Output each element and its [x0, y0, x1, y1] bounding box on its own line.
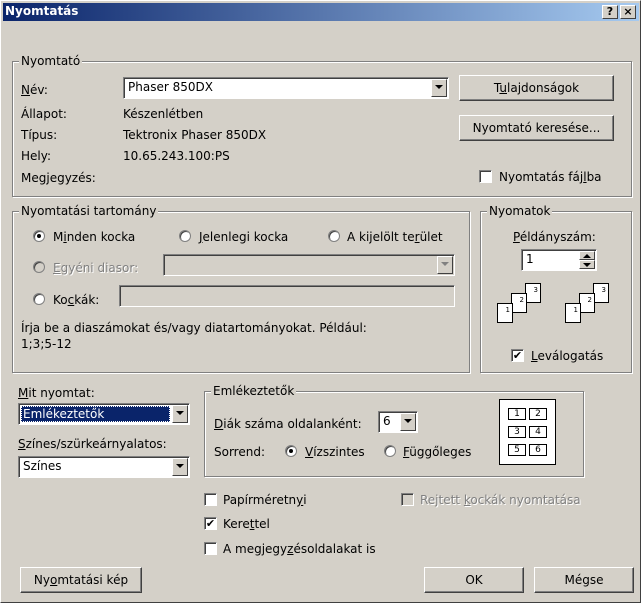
printer-name-label: Név:	[21, 83, 48, 97]
copies-count-label: Példányszám:	[513, 230, 596, 244]
chevron-down-icon[interactable]	[437, 256, 453, 274]
range-selection-label: A kijelölt terület	[347, 230, 443, 244]
page-number: 3	[601, 286, 606, 294]
print-to-file-checkbox[interactable]	[479, 170, 492, 183]
collate-stack-icon: 3 2 1	[565, 283, 625, 333]
frame-checkbox[interactable]: ✔	[204, 517, 217, 530]
order-horizontal-radio[interactable]	[285, 445, 297, 457]
handout-slide-2: 2	[529, 408, 547, 420]
color-select[interactable]: Színes	[18, 456, 190, 478]
range-slides-radio[interactable]	[33, 293, 45, 305]
range-custom-radio[interactable]	[33, 261, 45, 273]
page-number: 2	[519, 296, 524, 304]
spin-up-button[interactable]	[579, 251, 595, 260]
range-slides-label: Kockák:	[53, 293, 100, 307]
handout-slide-1: 1	[508, 408, 526, 420]
chevron-down-icon[interactable]	[431, 79, 447, 97]
window-title: Nyomtatás	[5, 4, 79, 18]
print-preview-button[interactable]: Nyomtatási kép	[20, 567, 142, 593]
scale-to-fit-label: Papírméretnyi	[223, 493, 307, 507]
collate-checkbox[interactable]: ✔	[511, 349, 524, 362]
where-value: 10.65.243.100:PS	[123, 149, 230, 163]
include-comments-checkbox[interactable]	[204, 542, 217, 555]
type-label: Típus:	[21, 128, 58, 142]
range-hint-example: 1;3;5-12	[21, 337, 72, 351]
printer-group-label: Nyomtató	[19, 54, 83, 68]
handout-slide-5: 5	[508, 444, 526, 456]
page-number: 1	[573, 306, 578, 314]
comment-label: Megjegyzés:	[21, 171, 96, 185]
printer-name-value: Phaser 850DX	[128, 80, 213, 94]
print-hidden-label: Rejtett kockák nyomtatása	[420, 493, 581, 507]
print-to-file-label: Nyomtatás fájlba	[499, 170, 602, 184]
slides-input[interactable]	[119, 285, 455, 307]
per-page-select[interactable]: 6	[378, 411, 418, 433]
range-selection-radio[interactable]	[328, 230, 340, 242]
order-vertical-radio[interactable]	[384, 445, 396, 457]
custom-show-select[interactable]	[163, 254, 455, 276]
status-label: Állapot:	[21, 107, 67, 121]
range-all-radio[interactable]	[33, 230, 45, 242]
chevron-down-icon[interactable]	[400, 413, 416, 431]
handouts-group-label: Emlékeztetők	[211, 384, 297, 398]
range-custom-label: Egyéni diasor:	[53, 261, 139, 275]
chevron-down-icon[interactable]	[172, 458, 188, 476]
color-label: Színes/szürkeárnyalatos:	[18, 437, 167, 451]
copies-spinner[interactable]: 1	[521, 249, 597, 271]
handout-slide-6: 6	[529, 444, 547, 456]
handout-layout-preview: 1 2 3 4 5 6	[499, 399, 556, 465]
order-horizontal-label: Vízszintes	[305, 445, 365, 459]
order-vertical-label: Függőleges	[403, 445, 472, 459]
page-number: 3	[533, 286, 538, 294]
print-what-label: Mit nyomtat:	[18, 386, 95, 400]
range-hint: Írja be a diaszámokat és/vagy diatartomá…	[21, 321, 367, 335]
type-value: Tektronix Phaser 850DX	[123, 128, 267, 142]
page-number: 1	[505, 306, 510, 314]
color-value: Színes	[23, 459, 62, 473]
help-button[interactable]: ?	[602, 5, 618, 19]
ok-button[interactable]: OK	[424, 567, 524, 593]
include-comments-label: A megjegyzésoldalakat is	[223, 542, 376, 556]
collate-stack-icon: 3 2 1	[497, 283, 557, 333]
handout-slide-4: 4	[529, 426, 547, 438]
cancel-button[interactable]: Mégse	[534, 567, 634, 593]
order-label: Sorrend:	[214, 445, 265, 459]
arrow-up-icon	[583, 254, 591, 258]
copies-count-value: 1	[526, 252, 534, 266]
properties-button[interactable]: Tulajdonságok	[459, 75, 614, 101]
title-bar[interactable]: Nyomtatás ? ×	[3, 3, 639, 21]
print-what-select[interactable]: Emlékeztetők	[18, 403, 190, 425]
collate-label: Leválogatás	[531, 349, 604, 363]
print-what-value: Emlékeztetők	[23, 407, 105, 421]
handout-slide-3: 3	[508, 426, 526, 438]
per-page-label: Diák száma oldalanként:	[214, 417, 362, 431]
printer-name-select[interactable]: Phaser 850DX	[123, 77, 449, 99]
range-all-label: Minden kocka	[53, 230, 136, 244]
range-current-label: Jelenlegi kocka	[199, 230, 289, 244]
range-current-radio[interactable]	[179, 230, 191, 242]
frame-label: Kerettel	[223, 517, 270, 531]
arrow-down-icon	[583, 263, 591, 267]
spin-down-button[interactable]	[579, 260, 595, 269]
find-printer-button[interactable]: Nyomtató keresése...	[459, 115, 614, 141]
copies-group-label: Nyomatok	[487, 204, 553, 218]
page-number: 2	[587, 296, 592, 304]
per-page-value: 6	[383, 414, 391, 428]
chevron-down-icon[interactable]	[172, 405, 188, 423]
print-range-group-label: Nyomtatási tartomány	[19, 204, 159, 218]
where-label: Hely:	[21, 149, 52, 163]
print-hidden-checkbox[interactable]	[401, 493, 414, 506]
scale-to-fit-checkbox[interactable]	[204, 493, 217, 506]
close-button[interactable]: ×	[620, 5, 636, 19]
status-value: Készenlétben	[123, 107, 204, 121]
print-dialog: Nyomtatás ? × Nyomtató Név: Phaser 850DX…	[0, 0, 641, 603]
